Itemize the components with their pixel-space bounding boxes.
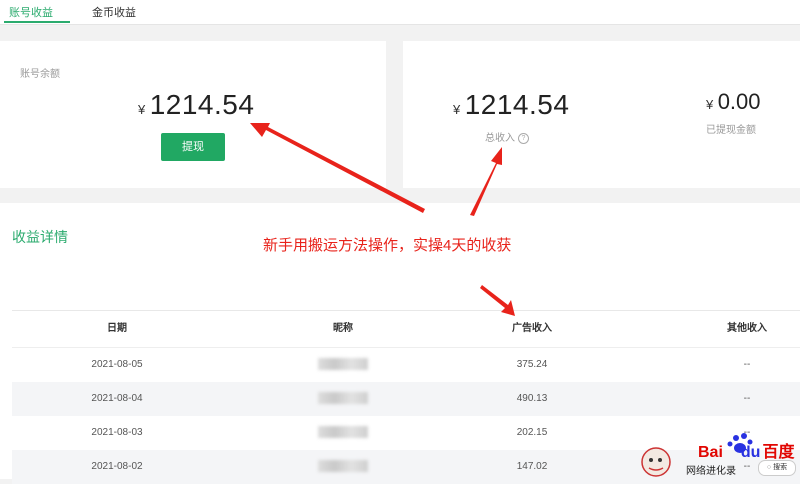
total-income-label: 总收入 <box>485 133 515 144</box>
withdrawn-amount: 0.00 <box>717 89 761 114</box>
currency-symbol: ¥ <box>453 102 461 117</box>
watermark-site-name: 网络进化录 <box>686 466 736 477</box>
column-header-other-income: 其他收入 <box>727 323 767 334</box>
row-nickname-blurred <box>278 416 408 450</box>
active-tab-indicator <box>4 21 70 23</box>
details-title: 收益详情 <box>12 229 68 245</box>
column-header-ad-income: 广告收入 <box>512 323 552 334</box>
table-row: 2021-08-04 490.13 -- <box>12 382 800 416</box>
row-nickname-blurred <box>278 348 408 382</box>
watermark-search-button: ○ 搜索 <box>758 460 796 476</box>
table-header: 日期 昵称 广告收入 其他收入 <box>12 311 800 348</box>
withdrawn-amount-group: ¥ 0.00 <box>706 89 761 115</box>
row-other-income: -- <box>743 393 751 404</box>
tab-bar: 账号收益 金币收益 <box>0 0 800 25</box>
balance-amount-group: ¥ 1214.54 <box>138 89 254 121</box>
annotation-text: 新手用搬运方法操作，实操4天的收获 <box>263 237 512 254</box>
currency-symbol: ¥ <box>138 102 146 117</box>
row-date: 2021-08-03 <box>91 427 143 438</box>
withdrawn-label: 已提现金额 <box>706 125 756 136</box>
search-icon: ○ <box>766 464 772 471</box>
row-date: 2021-08-04 <box>91 393 143 404</box>
balance-label: 账号余额 <box>20 69 60 80</box>
help-icon[interactable]: ? <box>518 132 529 144</box>
watermark: Bai du 百度 网络进化录 ○ 搜索 <box>638 430 798 479</box>
total-income-amount: 1214.54 <box>464 89 570 120</box>
total-income-amount-group: ¥ 1214.54 <box>453 89 569 121</box>
mascot-icon <box>641 447 671 477</box>
income-card: ¥ 1214.54 总收入? ¥ 0.00 已提现金额 <box>403 41 800 188</box>
balance-amount: 1214.54 <box>149 89 255 120</box>
currency-symbol: ¥ <box>706 97 714 112</box>
baidu-logo: Bai du 百度 <box>698 444 795 461</box>
row-other-income: -- <box>743 359 751 370</box>
row-ad-income: 202.15 <box>516 427 548 438</box>
row-ad-income: 490.13 <box>516 393 548 404</box>
column-header-date: 日期 <box>107 323 127 334</box>
balance-card: 账号余额 ¥ 1214.54 提现 <box>0 41 386 188</box>
row-ad-income: 375.24 <box>516 359 548 370</box>
tab-coin-income[interactable]: 金币收益 <box>92 4 136 20</box>
tab-account-income[interactable]: 账号收益 <box>9 4 53 20</box>
row-nickname-blurred <box>278 382 408 416</box>
table-row: 2021-08-05 375.24 -- <box>12 348 800 382</box>
withdraw-button[interactable]: 提现 <box>161 133 225 161</box>
total-income-label-group: 总收入? <box>485 129 529 144</box>
row-date: 2021-08-05 <box>91 359 143 370</box>
column-header-nickname: 昵称 <box>333 323 353 334</box>
